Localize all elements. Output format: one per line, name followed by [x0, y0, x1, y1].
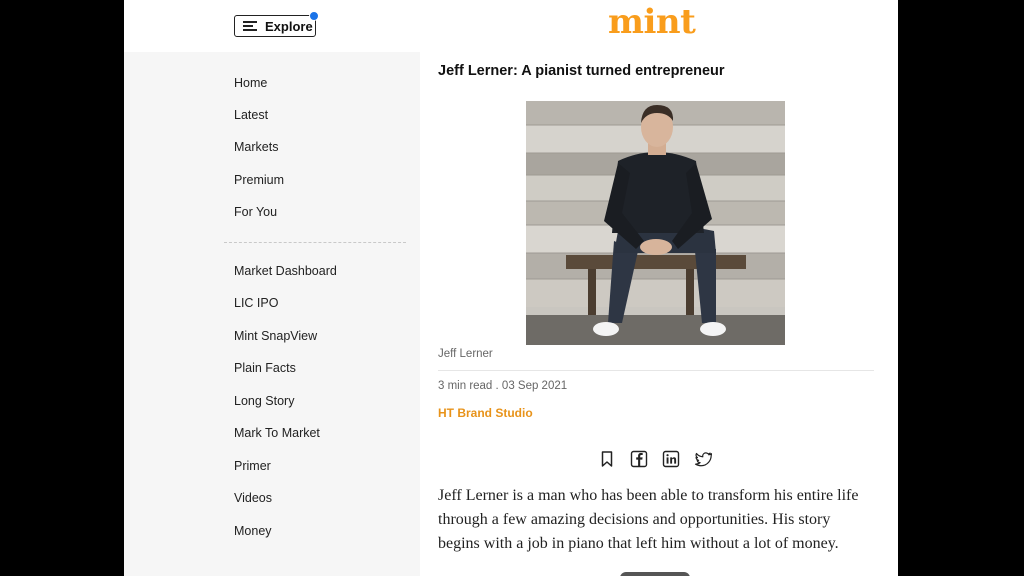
linkedin-icon[interactable]: [662, 450, 680, 468]
sidebar-item-latest[interactable]: Latest: [234, 108, 268, 122]
sidebar-item-premium[interactable]: Premium: [234, 173, 284, 187]
sidebar-item-primer[interactable]: Primer: [234, 459, 271, 473]
article-photo-illustration: [526, 101, 785, 345]
image-caption: Jeff Lerner: [438, 348, 493, 360]
sidebar-item-long-story[interactable]: Long Story: [234, 394, 294, 408]
sidebar-item-lic-ipo[interactable]: LIC IPO: [234, 296, 278, 310]
sidebar-item-home[interactable]: Home: [234, 76, 267, 90]
article-body: Jeff Lerner is a man who has been able t…: [438, 487, 859, 552]
sidebar-item-mark-to-market[interactable]: Mark To Market: [234, 426, 320, 440]
divider: [438, 370, 874, 371]
sidebar-item-plain-facts[interactable]: Plain Facts: [234, 361, 296, 375]
article-meta: 3 min read . 03 Sep 2021: [438, 380, 568, 392]
sidebar-item-videos[interactable]: Videos: [234, 491, 272, 505]
explore-button[interactable]: Explore: [234, 11, 319, 37]
notification-dot: [309, 11, 319, 21]
bookmark-icon[interactable]: [598, 450, 616, 468]
twitter-icon[interactable]: [694, 450, 714, 468]
sidebar-item-market-dashboard[interactable]: Market Dashboard: [234, 264, 337, 278]
sidebar-item-markets[interactable]: Markets: [234, 140, 278, 154]
share-toolbar: [598, 450, 714, 468]
brand-byline[interactable]: HT Brand Studio: [438, 406, 533, 420]
sidebar-item-for-you[interactable]: For You: [234, 205, 277, 219]
mint-logo[interactable]: mint: [608, 2, 696, 42]
article-title: Jeff Lerner: A pianist turned entreprene…: [438, 63, 725, 79]
site-header: Explore mint: [124, 0, 898, 52]
scroll-indicator[interactable]: [620, 572, 690, 576]
hamburger-menu-icon: [243, 21, 257, 31]
sidebar-nav: Home Latest Markets Premium For You Mark…: [124, 52, 420, 576]
article-photo: [526, 101, 785, 345]
page: Explore mint Home Latest Markets Premium…: [124, 0, 898, 576]
sidebar-divider: [224, 242, 406, 243]
facebook-icon[interactable]: [630, 450, 648, 468]
sidebar-item-mint-snapview[interactable]: Mint SnapView: [234, 329, 317, 343]
sidebar-item-money[interactable]: Money: [234, 524, 272, 538]
explore-label: Explore: [265, 18, 313, 34]
